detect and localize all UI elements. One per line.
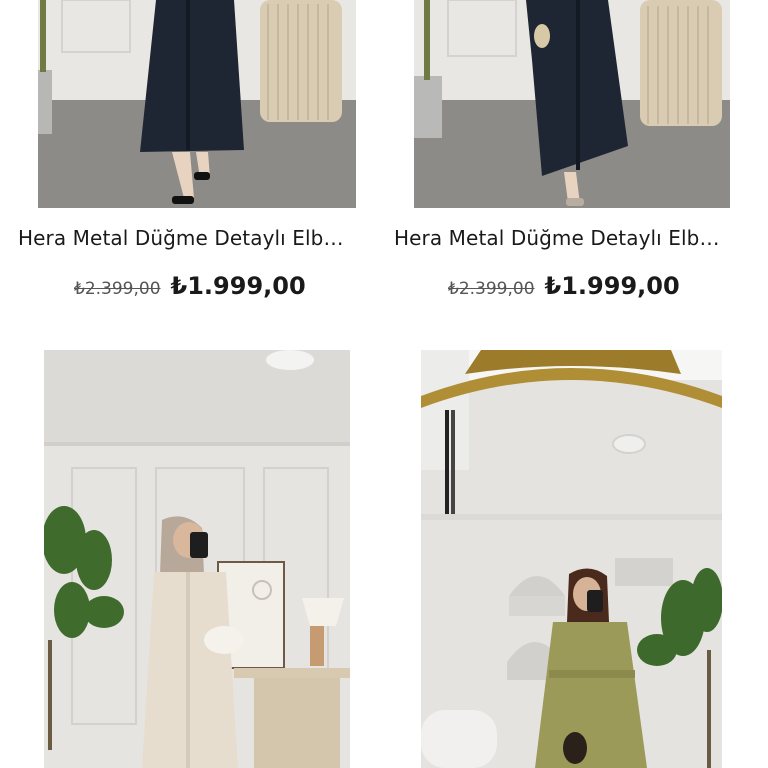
sale-price: ₺1.999,00	[170, 272, 306, 300]
product-image[interactable]	[44, 350, 350, 768]
product-image[interactable]	[414, 0, 730, 208]
price-row: ₺2.399,00 ₺1.999,00	[448, 272, 680, 300]
product-image[interactable]	[421, 350, 722, 768]
product-name[interactable]: Hera Metal Düğme Detaylı Elb…	[394, 226, 758, 250]
product-card[interactable]	[384, 350, 768, 768]
original-price: ₺2.399,00	[448, 279, 535, 299]
product-name[interactable]: Hera Metal Düğme Detaylı Elb…	[18, 226, 374, 250]
price-row: ₺2.399,00 ₺1.999,00	[74, 272, 306, 300]
product-card[interactable]: Hera Metal Düğme Detaylı Elb… ₺2.399,00 …	[384, 0, 768, 330]
product-card[interactable]: Hera Metal Düğme Detaylı Elb… ₺2.399,00 …	[0, 0, 384, 330]
original-price: ₺2.399,00	[74, 279, 161, 299]
product-card[interactable]	[0, 350, 384, 768]
product-image[interactable]	[38, 0, 356, 208]
sale-price: ₺1.999,00	[544, 272, 680, 300]
